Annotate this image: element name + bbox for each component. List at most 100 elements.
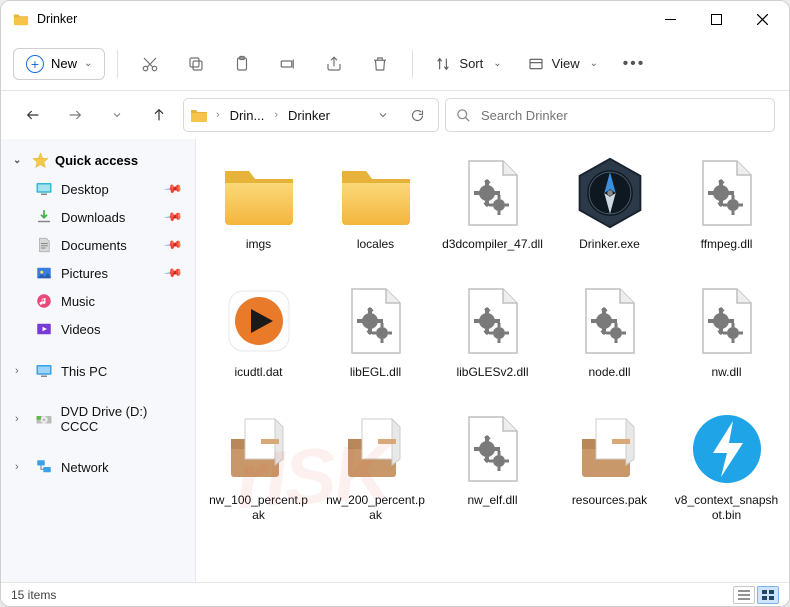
file-item[interactable]: imgs bbox=[202, 149, 315, 269]
file-item[interactable]: locales bbox=[319, 149, 432, 269]
file-item[interactable]: node.dll bbox=[553, 277, 666, 397]
file-label: libGLESv2.dll bbox=[456, 361, 528, 393]
status-bar: 15 items bbox=[1, 582, 789, 606]
file-item[interactable]: Drinker.exe bbox=[553, 149, 666, 269]
back-button[interactable] bbox=[15, 97, 51, 133]
copy-button[interactable] bbox=[176, 46, 216, 82]
sidebar-item-videos[interactable]: Videos bbox=[5, 315, 191, 343]
this-pc-label: This PC bbox=[61, 364, 107, 379]
cut-button[interactable] bbox=[130, 46, 170, 82]
separator bbox=[412, 50, 413, 78]
new-button[interactable]: + New ⌄ bbox=[13, 48, 105, 80]
breadcrumb-seg-2[interactable]: Drinker bbox=[286, 108, 332, 123]
breadcrumb-dropdown[interactable] bbox=[368, 100, 398, 130]
file-label: v8_context_snapshot.bin bbox=[675, 489, 779, 523]
view-button[interactable]: View ⌄ bbox=[518, 50, 608, 78]
downloads-icon bbox=[35, 208, 53, 226]
details-view-button[interactable] bbox=[733, 586, 755, 604]
dll-icon bbox=[453, 409, 533, 489]
sidebar-item-dvd[interactable]: › DVD Drive (D:) CCCC bbox=[5, 399, 191, 439]
file-label: Drinker.exe bbox=[579, 233, 640, 265]
navigation-row: › Drin... › Drinker bbox=[1, 91, 789, 139]
more-button[interactable]: ••• bbox=[614, 46, 654, 82]
sort-button[interactable]: Sort ⌄ bbox=[425, 50, 511, 78]
videos-icon bbox=[35, 320, 53, 338]
folder-icon bbox=[219, 153, 299, 233]
file-label: nw_elf.dll bbox=[467, 489, 517, 521]
dll-icon bbox=[453, 153, 533, 233]
sidebar-item-label: Downloads bbox=[61, 210, 125, 225]
file-label: libEGL.dll bbox=[350, 361, 401, 393]
file-item[interactable]: libGLESv2.dll bbox=[436, 277, 549, 397]
network-icon bbox=[35, 458, 53, 476]
search-input[interactable] bbox=[481, 108, 764, 123]
file-item[interactable]: d3dcompiler_47.dll bbox=[436, 149, 549, 269]
sidebar-item-label: Pictures bbox=[61, 266, 108, 281]
chevron-right-icon[interactable]: › bbox=[270, 109, 282, 121]
recent-button[interactable] bbox=[99, 97, 135, 133]
body: ⌄ Quick access Desktop📌Downloads📌Documen… bbox=[1, 139, 789, 582]
view-toggle bbox=[733, 586, 779, 604]
chevron-down-icon: ⌄ bbox=[590, 58, 598, 69]
file-label: ffmpeg.dll bbox=[701, 233, 753, 265]
sidebar-item-pictures[interactable]: Pictures📌 bbox=[5, 259, 191, 287]
pictures-icon bbox=[35, 264, 53, 282]
file-item[interactable]: icudtl.dat bbox=[202, 277, 315, 397]
chevron-down-icon: ⌄ bbox=[493, 58, 501, 69]
paste-button[interactable] bbox=[222, 46, 262, 82]
chevron-down-icon: ⌄ bbox=[84, 58, 92, 69]
exe-compass-icon bbox=[570, 153, 650, 233]
search-icon bbox=[456, 108, 471, 123]
delete-button[interactable] bbox=[360, 46, 400, 82]
refresh-button[interactable] bbox=[402, 100, 432, 130]
sidebar-item-downloads[interactable]: Downloads📌 bbox=[5, 203, 191, 231]
sidebar-item-music[interactable]: Music bbox=[5, 287, 191, 315]
file-item[interactable]: nw.dll bbox=[670, 277, 783, 397]
sidebar-item-this-pc[interactable]: › This PC bbox=[5, 357, 191, 385]
sidebar-item-label: Desktop bbox=[61, 182, 109, 197]
breadcrumb[interactable]: › Drin... › Drinker bbox=[183, 98, 439, 132]
file-item[interactable]: ffmpeg.dll bbox=[670, 149, 783, 269]
sidebar-item-label: Documents bbox=[61, 238, 127, 253]
maximize-button[interactable] bbox=[693, 3, 739, 35]
sidebar-item-network[interactable]: › Network bbox=[5, 453, 191, 481]
chevron-right-icon[interactable]: › bbox=[212, 109, 224, 121]
breadcrumb-seg-1[interactable]: Drin... bbox=[228, 108, 267, 123]
search-box[interactable] bbox=[445, 98, 775, 132]
new-label: New bbox=[51, 56, 77, 71]
file-item[interactable]: nw_100_percent.pak bbox=[202, 405, 315, 527]
close-button[interactable] bbox=[739, 3, 785, 35]
separator bbox=[117, 50, 118, 78]
chevron-right-icon: › bbox=[15, 461, 27, 473]
star-icon bbox=[31, 151, 49, 169]
file-item[interactable]: nw_elf.dll bbox=[436, 405, 549, 527]
bin-bolt-icon bbox=[687, 409, 767, 489]
up-button[interactable] bbox=[141, 97, 177, 133]
forward-button[interactable] bbox=[57, 97, 93, 133]
view-label: View bbox=[552, 56, 580, 71]
share-button[interactable] bbox=[314, 46, 354, 82]
file-item[interactable]: resources.pak bbox=[553, 405, 666, 527]
icons-view-button[interactable] bbox=[757, 586, 779, 604]
file-item[interactable]: v8_context_snapshot.bin bbox=[670, 405, 783, 527]
rename-button[interactable] bbox=[268, 46, 308, 82]
file-label: imgs bbox=[246, 233, 271, 265]
sidebar-quick-access[interactable]: ⌄ Quick access bbox=[5, 145, 191, 175]
file-item[interactable]: nw_200_percent.pak bbox=[319, 405, 432, 527]
file-grid: imgs locales d3dcompiler_47.dll Drinker.exe… bbox=[202, 149, 783, 527]
pak-icon bbox=[336, 409, 416, 489]
minimize-button[interactable] bbox=[647, 3, 693, 35]
quick-access-label: Quick access bbox=[55, 153, 138, 168]
file-label: locales bbox=[357, 233, 394, 265]
view-icon bbox=[528, 56, 544, 72]
sidebar-item-desktop[interactable]: Desktop📌 bbox=[5, 175, 191, 203]
sidebar-item-documents[interactable]: Documents📌 bbox=[5, 231, 191, 259]
item-count: 15 items bbox=[11, 588, 56, 602]
title-bar: Drinker bbox=[1, 1, 789, 37]
dll-icon bbox=[687, 153, 767, 233]
sidebar-item-label: Music bbox=[61, 294, 95, 309]
file-label: resources.pak bbox=[572, 489, 647, 521]
file-item[interactable]: libEGL.dll bbox=[319, 277, 432, 397]
sidebar: ⌄ Quick access Desktop📌Downloads📌Documen… bbox=[1, 139, 196, 582]
folder-icon bbox=[336, 153, 416, 233]
